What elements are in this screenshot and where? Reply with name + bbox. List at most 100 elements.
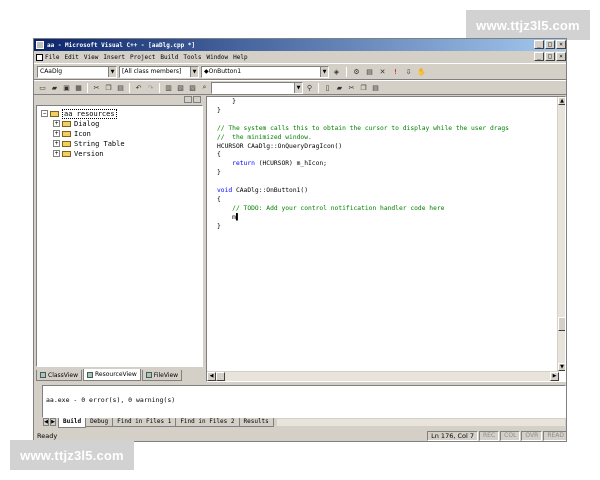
- cut-icon[interactable]: ✂: [91, 82, 102, 93]
- scroll-thumb-horizontal[interactable]: [216, 372, 225, 381]
- stop-build-icon[interactable]: ✕: [377, 66, 388, 77]
- tree-item-icon[interactable]: + Icon: [53, 129, 91, 138]
- compile-icon[interactable]: ⚙: [351, 66, 362, 77]
- code-editor[interactable]: }} // The system calls this to obtain th…: [206, 96, 566, 382]
- find-combo[interactable]: ▼: [211, 81, 303, 94]
- copy-icon[interactable]: ❐: [103, 82, 114, 93]
- menu-build[interactable]: Build: [160, 54, 178, 61]
- tree-item-dialog[interactable]: + Dialog: [53, 119, 99, 128]
- expand-icon[interactable]: +: [53, 150, 60, 157]
- member-combo[interactable]: ◆OnButton1 ▼: [201, 65, 329, 78]
- code-line[interactable]: void CAaDlg::OnButton1(): [217, 187, 509, 196]
- collapse-icon[interactable]: −: [41, 110, 48, 117]
- breakpoint-icon[interactable]: ✋: [416, 66, 427, 77]
- paste-icon[interactable]: ▤: [115, 82, 126, 93]
- expand-icon[interactable]: +: [53, 130, 60, 137]
- tab-next-icon[interactable]: ▶: [50, 418, 56, 426]
- new-text-file-icon[interactable]: ▯: [322, 82, 333, 93]
- open-icon[interactable]: ▰: [334, 82, 345, 93]
- expand-icon[interactable]: +: [53, 140, 60, 147]
- go-icon[interactable]: ⇩: [403, 66, 414, 77]
- tab-find-in-files-2[interactable]: Find in Files 2: [175, 418, 240, 427]
- menu-edit[interactable]: Edit: [64, 54, 78, 61]
- open-folder-icon[interactable]: ▰: [49, 82, 60, 93]
- tab-find-in-files-1[interactable]: Find in Files 1: [112, 418, 177, 427]
- expand-icon[interactable]: +: [53, 120, 60, 127]
- new-file-icon[interactable]: ▭: [37, 82, 48, 93]
- menu-file[interactable]: File: [45, 54, 59, 61]
- tab-fileview[interactable]: FileView: [141, 370, 183, 381]
- save-all-icon[interactable]: ▦: [73, 82, 84, 93]
- output-window-icon[interactable]: ▧: [175, 82, 186, 93]
- undo-icon[interactable]: ↶: [133, 82, 144, 93]
- scroll-thumb[interactable]: [558, 317, 565, 331]
- chevron-down-icon[interactable]: ▼: [108, 66, 116, 77]
- close-button[interactable]: ×: [556, 40, 566, 49]
- menu-window[interactable]: Window: [206, 54, 228, 61]
- find-in-files-icon[interactable]: ⌕: [199, 82, 210, 93]
- scroll-left-icon[interactable]: ◀: [207, 372, 216, 381]
- menu-view[interactable]: View: [84, 54, 98, 61]
- code-content[interactable]: }} // The system calls this to obtain th…: [217, 98, 509, 232]
- find-icon[interactable]: ⚲: [304, 82, 315, 93]
- code-line[interactable]: HCURSOR CAaDlg::OnQueryDragIcon(): [217, 143, 509, 152]
- menu-tools[interactable]: Tools: [183, 54, 201, 61]
- vertical-scrollbar[interactable]: ▲ ▼: [557, 97, 565, 371]
- tab-debug[interactable]: Debug: [85, 418, 114, 427]
- tab-prev-icon[interactable]: ◀: [43, 418, 49, 426]
- code-line[interactable]: [217, 116, 509, 125]
- paste-icon[interactable]: ▤: [370, 82, 381, 93]
- code-line[interactable]: }: [217, 98, 509, 107]
- document-icon[interactable]: [36, 53, 43, 61]
- code-line[interactable]: {: [217, 196, 509, 205]
- menu-help[interactable]: Help: [233, 54, 247, 61]
- code-line[interactable]: }: [217, 223, 509, 232]
- scroll-right-icon[interactable]: ▶: [550, 372, 559, 381]
- doc-minimize-button[interactable]: _: [534, 52, 544, 61]
- maximize-button[interactable]: □: [545, 40, 555, 49]
- code-line[interactable]: m▌: [217, 214, 509, 223]
- chevron-down-icon[interactable]: ▼: [320, 66, 328, 77]
- redo-icon[interactable]: ↷: [145, 82, 156, 93]
- title-bar[interactable]: aa - Microsoft Visual C++ - [aaDlg.cpp *…: [34, 39, 566, 51]
- filter-combo[interactable]: [All class members] ▼: [119, 65, 199, 78]
- chevron-down-icon[interactable]: ▼: [190, 66, 198, 77]
- code-line[interactable]: }: [217, 107, 509, 116]
- scroll-up-icon[interactable]: ▲: [558, 97, 565, 105]
- workspace-close-icon[interactable]: [184, 96, 192, 103]
- tab-classview[interactable]: ClassView: [36, 370, 83, 381]
- workspace-icon[interactable]: ▥: [163, 82, 174, 93]
- window-list-icon[interactable]: ▨: [187, 82, 198, 93]
- tree-item-version[interactable]: + Version: [53, 149, 104, 158]
- execute-icon[interactable]: !: [390, 66, 401, 77]
- chevron-down-icon[interactable]: ▼: [294, 82, 302, 93]
- code-line[interactable]: {: [217, 151, 509, 160]
- output-text-area[interactable]: aa.exe - 0 error(s), 0 warning(s): [42, 385, 566, 418]
- code-line[interactable]: // The system calls this to obtain the c…: [217, 125, 509, 134]
- tab-resourceview[interactable]: ResourceView: [83, 369, 141, 381]
- tree-item-string-table[interactable]: + String Table: [53, 139, 125, 148]
- doc-close-button[interactable]: ×: [556, 52, 566, 61]
- class-combo[interactable]: CAaDlg ▼: [37, 65, 117, 78]
- scroll-down-icon[interactable]: ▼: [558, 363, 565, 371]
- save-icon[interactable]: ▣: [61, 82, 72, 93]
- menu-insert[interactable]: Insert: [103, 54, 125, 61]
- cut-icon[interactable]: ✂: [346, 82, 357, 93]
- build-icon[interactable]: ▤: [364, 66, 375, 77]
- tab-results[interactable]: Results: [238, 418, 274, 427]
- wizard-action-icon[interactable]: ◈: [331, 66, 342, 77]
- workspace-pin-icon[interactable]: [193, 96, 201, 103]
- tree-root[interactable]: − aa resources: [41, 108, 117, 119]
- horizontal-scrollbar[interactable]: ◀ ▶: [207, 371, 559, 381]
- code-line[interactable]: // TODO: Add your control notification h…: [217, 205, 509, 214]
- menu-project[interactable]: Project: [130, 54, 155, 61]
- code-line[interactable]: [217, 178, 509, 187]
- code-line[interactable]: return (HCURSOR) m_hIcon;: [217, 160, 509, 169]
- output-scrollbar[interactable]: [275, 418, 566, 427]
- copy-icon[interactable]: ❐: [358, 82, 369, 93]
- doc-restore-button[interactable]: □: [545, 52, 555, 61]
- tab-build[interactable]: Build: [58, 418, 87, 428]
- code-line[interactable]: // the minimized window.: [217, 134, 509, 143]
- minimize-button[interactable]: _: [534, 40, 544, 49]
- code-line[interactable]: }: [217, 169, 509, 178]
